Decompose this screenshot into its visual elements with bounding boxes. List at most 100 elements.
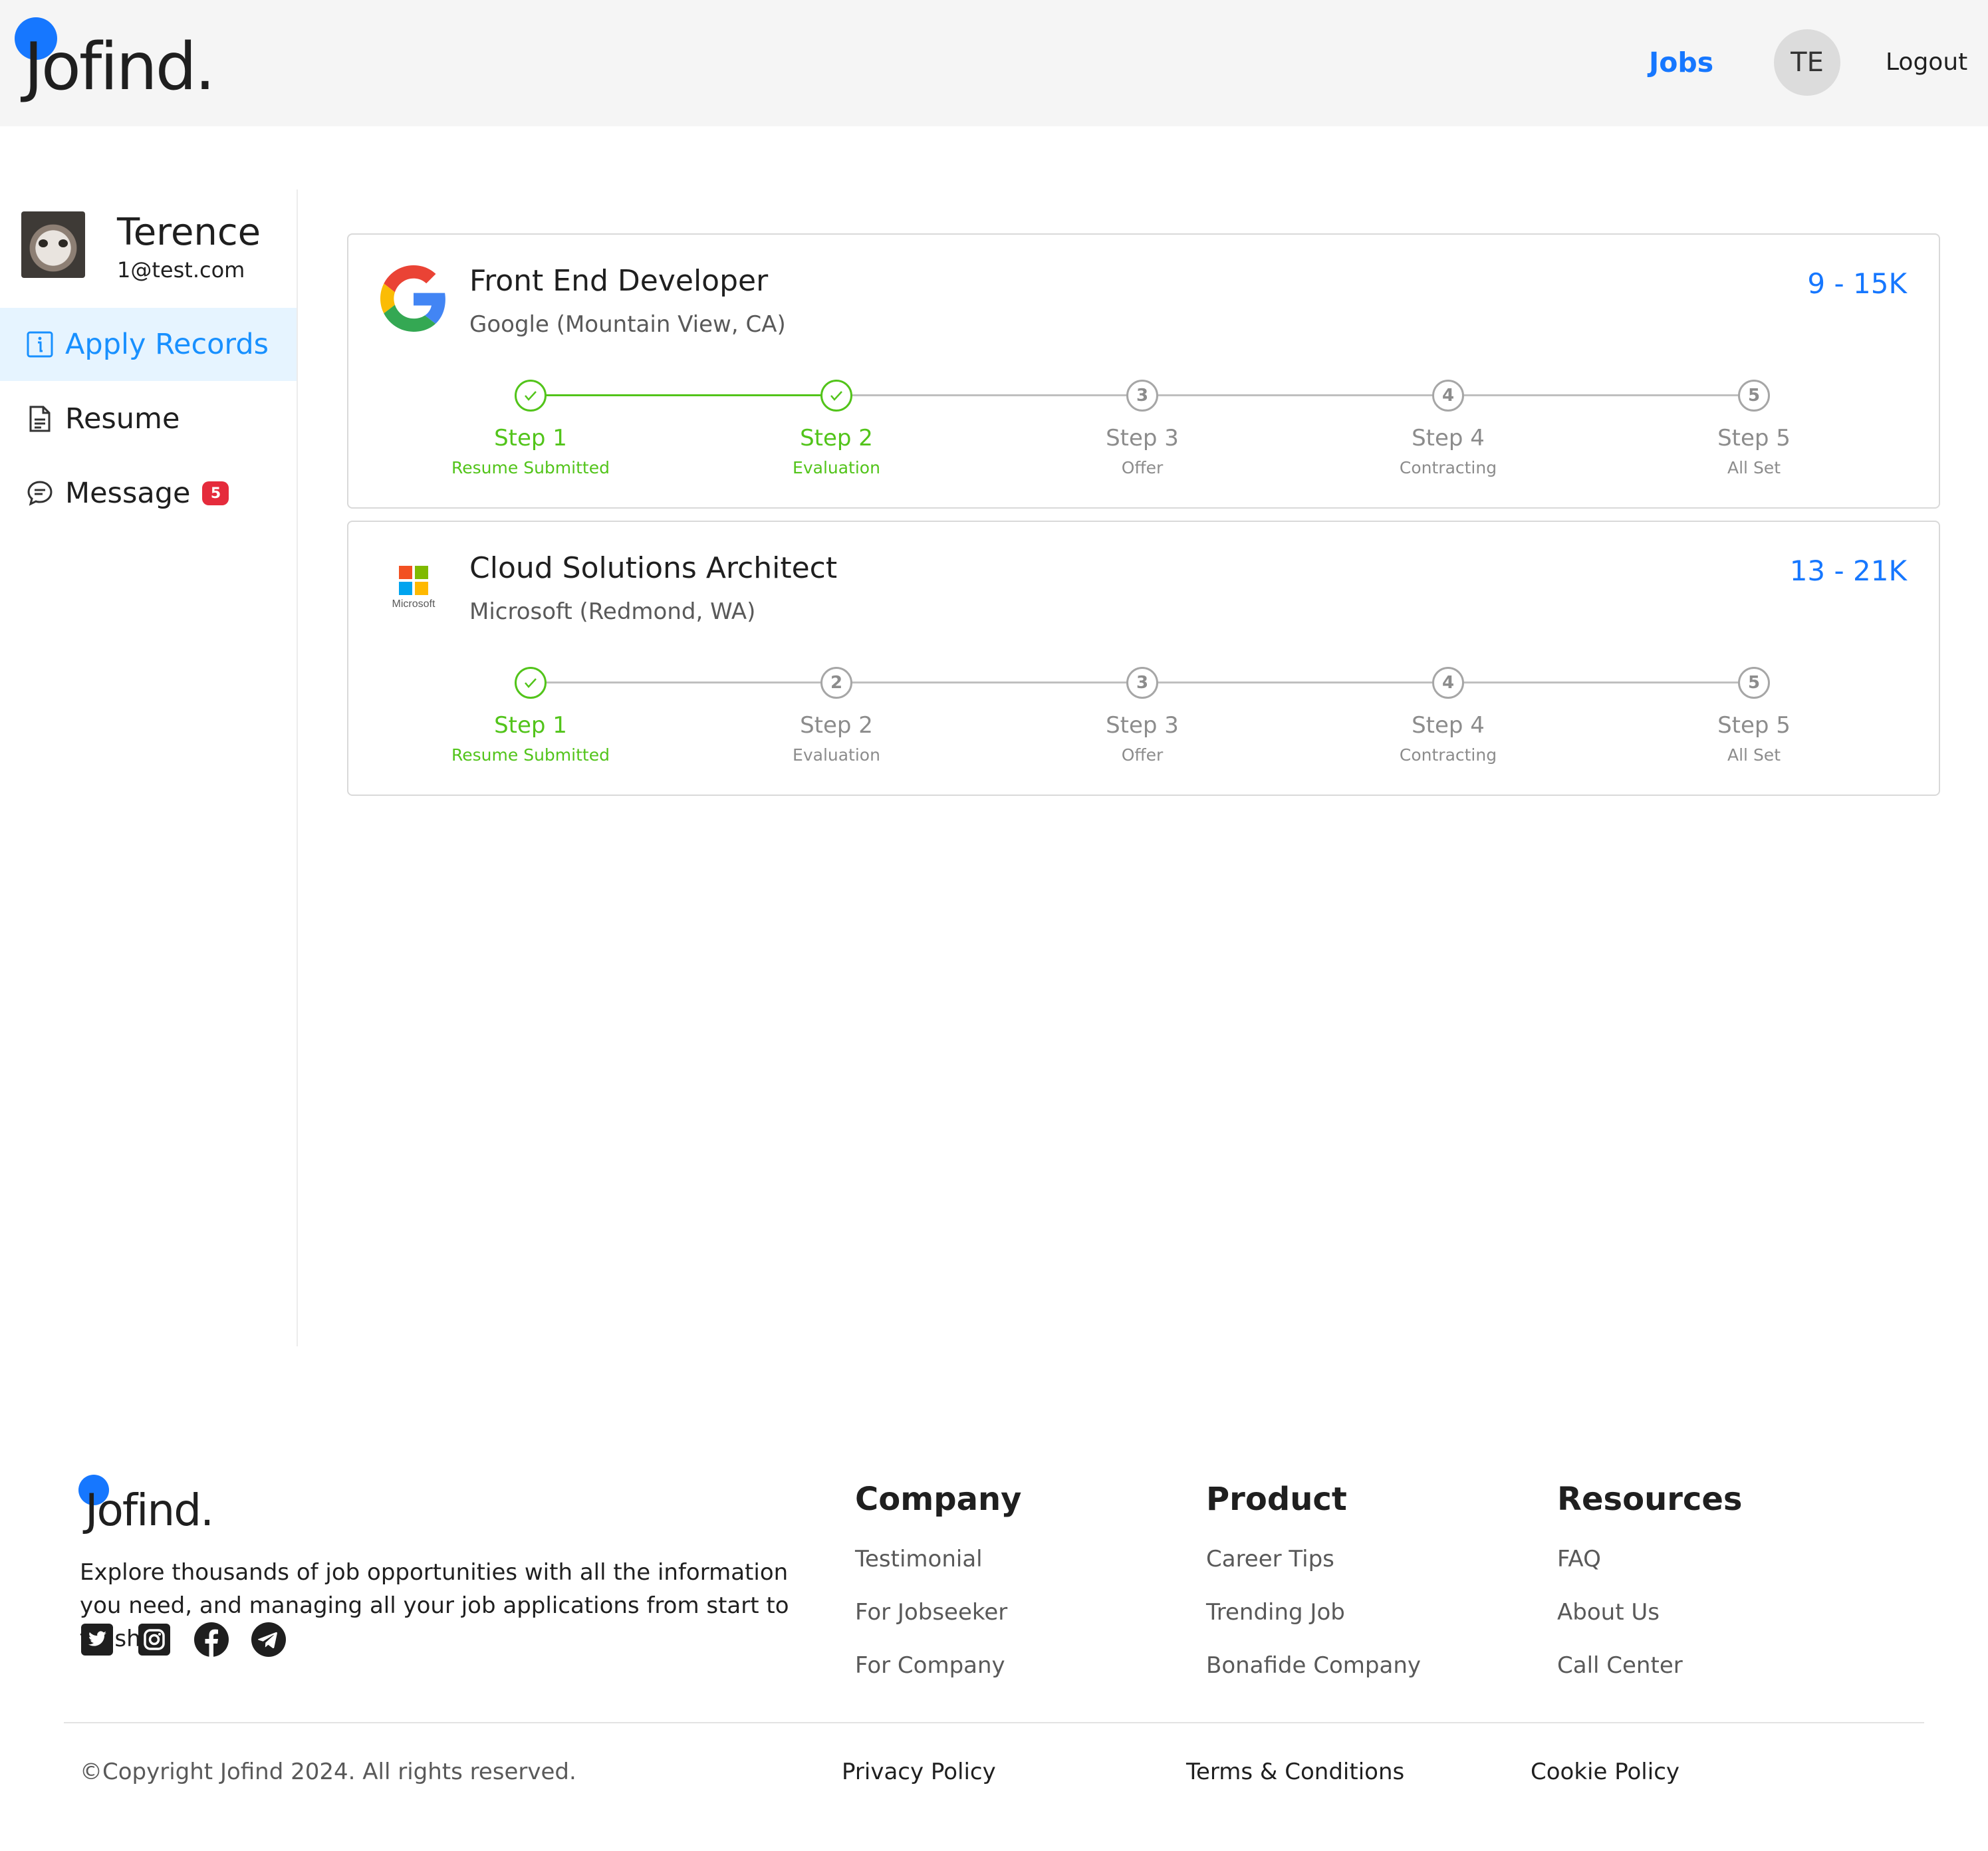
logo-text: Jofind. [24, 29, 215, 105]
footer-column-heading: Resources [1557, 1481, 1743, 1518]
footer-divider [64, 1722, 1924, 1723]
step-description: Evaluation [793, 745, 880, 765]
step-title: Step 4 [1412, 712, 1485, 739]
step-number-icon: 4 [1432, 667, 1464, 699]
document-icon [25, 404, 55, 433]
facebook-icon[interactable] [193, 1621, 230, 1658]
microsoft-logo-caption: Microsoft [392, 598, 435, 610]
sidebar-item-label: Resume [65, 402, 180, 435]
google-logo [380, 265, 447, 332]
step-description: Offer [1121, 458, 1164, 477]
user-avatar[interactable]: TE [1774, 29, 1840, 96]
nav-jobs-link[interactable]: Jobs [1649, 41, 1713, 84]
job-company-location: Microsoft (Redmond, WA) [469, 598, 756, 625]
message-count-badge: 5 [202, 481, 229, 505]
footer-column-heading: Company [855, 1481, 1022, 1518]
profile-name: Terence [117, 211, 261, 254]
sidebar: Terence 1@test.com Apply Records Resume … [0, 189, 298, 1346]
site-logo[interactable]: Jofind. [15, 15, 227, 105]
step-title: Step 2 [800, 425, 873, 451]
step-number-icon: 3 [1126, 667, 1158, 699]
step-check-icon [515, 380, 547, 412]
instagram-icon[interactable] [136, 1621, 173, 1658]
step-check-icon [515, 667, 547, 699]
job-title[interactable]: Front End Developer [469, 261, 768, 301]
logout-link[interactable]: Logout [1886, 43, 1967, 82]
chat-icon [25, 479, 55, 508]
application-progress-steps: Step 1 Resume Submitted Step 2 Evaluatio… [348, 374, 1941, 494]
info-icon [25, 330, 55, 359]
step-description: Offer [1121, 745, 1164, 765]
job-salary: 13 - 21K [1789, 555, 1907, 587]
copyright-text: ©Copyright Jofind 2024. All rights reser… [80, 1759, 576, 1785]
step-number-icon: 3 [1126, 380, 1158, 412]
step-connector [531, 681, 836, 683]
microsoft-logo: Microsoft [380, 553, 447, 619]
photo-eye-left [39, 239, 48, 247]
job-salary: 9 - 15K [1807, 267, 1907, 300]
step-title: Step 1 [494, 712, 567, 739]
privacy-policy-link[interactable]: Privacy Policy [842, 1755, 996, 1789]
step-number-icon: 5 [1738, 667, 1770, 699]
step-description: All Set [1727, 458, 1781, 477]
step-description: All Set [1727, 745, 1781, 765]
footer-link[interactable]: For Company [855, 1649, 1021, 1682]
step-title: Step 4 [1412, 425, 1485, 451]
sidebar-item-apply-records[interactable]: Apply Records [0, 308, 297, 381]
step-title: Step 5 [1717, 712, 1791, 739]
footer-link[interactable]: Call Center [1557, 1649, 1742, 1682]
step-description: Contracting [1399, 458, 1497, 477]
job-title[interactable]: Cloud Solutions Architect [469, 549, 837, 588]
sidebar-item-label: Apply Records [65, 328, 269, 361]
step-connector [836, 394, 1142, 396]
logo-text: Jofind. [85, 1485, 214, 1536]
sidebar-item-resume[interactable]: Resume [0, 382, 297, 455]
profile-email: 1@test.com [117, 257, 245, 283]
step-number-icon: 5 [1738, 380, 1770, 412]
step-connector [1448, 681, 1754, 683]
job-company-location: Google (Mountain View, CA) [469, 311, 786, 338]
footer-link[interactable]: FAQ [1557, 1542, 1742, 1576]
step-title: Step 1 [494, 425, 567, 451]
application-card[interactable]: Front End Developer Google (Mountain Vie… [347, 233, 1940, 509]
step-connector [531, 394, 836, 396]
profile-photo [21, 211, 85, 278]
step-connector [1448, 394, 1754, 396]
step-description: Resume Submitted [451, 745, 610, 765]
step-connector [836, 681, 1142, 683]
step-connector [1142, 681, 1448, 683]
cookie-policy-link[interactable]: Cookie Policy [1531, 1755, 1679, 1789]
footer-column-company: Company Testimonial For Jobseeker For Co… [855, 1476, 1021, 1682]
social-links [78, 1621, 287, 1658]
footer-column-heading: Product [1206, 1481, 1347, 1518]
step-description: Contracting [1399, 745, 1497, 765]
footer-link[interactable]: Testimonial [855, 1542, 1021, 1576]
step-title: Step 3 [1106, 712, 1179, 739]
step-title: Step 3 [1106, 425, 1179, 451]
step-description: Evaluation [793, 458, 880, 477]
footer-logo[interactable]: Jofind. [78, 1472, 291, 1539]
twitter-icon[interactable] [78, 1621, 116, 1658]
step-number-icon: 4 [1432, 380, 1464, 412]
application-card[interactable]: Microsoft Cloud Solutions Architect Micr… [347, 521, 1940, 796]
step-number-icon: 2 [820, 667, 852, 699]
sidebar-item-message[interactable]: Message 5 [0, 457, 297, 530]
footer-link[interactable]: Bonafide Company [1206, 1649, 1421, 1682]
footer-link[interactable]: Career Tips [1206, 1542, 1421, 1576]
photo-eye-right [59, 239, 68, 247]
footer-column-product: Product Career Tips Trending Job Bonafid… [1206, 1476, 1421, 1682]
application-progress-steps: Step 1 Resume Submitted 2 Step 2 Evaluat… [348, 662, 1941, 781]
step-check-icon [820, 380, 852, 412]
step-connector [1142, 394, 1448, 396]
footer-link[interactable]: For Jobseeker [855, 1596, 1021, 1629]
step-title: Step 2 [800, 712, 873, 739]
footer-column-resources: Resources FAQ About Us Call Center [1557, 1476, 1742, 1682]
sidebar-item-label: Message [65, 477, 191, 510]
footer-link[interactable]: About Us [1557, 1596, 1742, 1629]
footer-link[interactable]: Trending Job [1206, 1596, 1421, 1629]
terms-conditions-link[interactable]: Terms & Conditions [1186, 1755, 1404, 1789]
step-title: Step 5 [1717, 425, 1791, 451]
top-navbar: Jofind. Jobs TE Logout [0, 0, 1988, 126]
step-description: Resume Submitted [451, 458, 610, 477]
telegram-icon[interactable] [250, 1621, 287, 1658]
